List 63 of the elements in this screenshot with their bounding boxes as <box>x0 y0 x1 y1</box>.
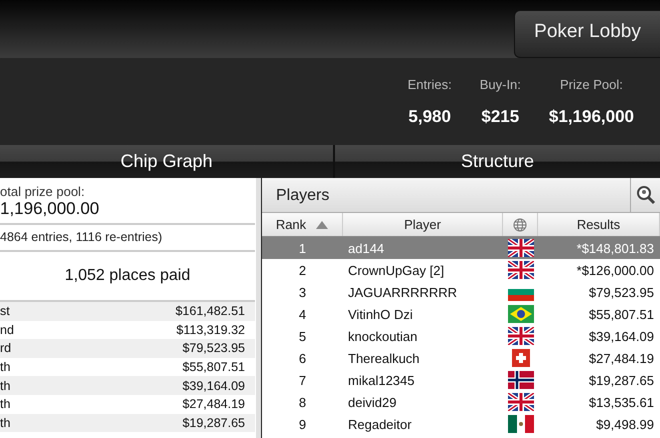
prize-pool-label: otal prize pool: <box>0 184 86 199</box>
result-cell-text: $9,498.99 <box>595 416 655 432</box>
poker-lobby-button[interactable]: Poker Lobby <box>514 10 660 58</box>
prize-amount: $55,807.51 <box>182 360 245 374</box>
places-paid: 1,052 places paid <box>64 267 190 285</box>
scrollbar[interactable] <box>256 178 261 438</box>
prize-amount: $113,319.32 <box>176 322 245 337</box>
tab[interactable]: Chip Graph <box>0 145 333 178</box>
player-name: CrownUpGay [2] <box>347 262 446 278</box>
column-header[interactable]: Rank <box>262 213 343 236</box>
player-name: Therealkuch <box>347 350 421 366</box>
place-label: th <box>0 416 10 430</box>
place-label: th <box>0 397 10 412</box>
result-cell-text: $55,807.51 <box>588 306 655 322</box>
player-name: knockoutian <box>347 328 418 344</box>
rank-cell-text: 5 <box>298 328 308 344</box>
column-header[interactable]: Player <box>343 213 503 236</box>
rank-cell-text: 4 <box>298 306 308 322</box>
player-name: JAGUARRRRRRR <box>347 284 458 300</box>
player-name: mikal12345 <box>347 372 416 388</box>
prize-amount: $161,482.51 <box>175 304 245 318</box>
players-title: Players <box>275 186 330 206</box>
place-label: nd <box>0 322 14 337</box>
player-name: Regadeitor <box>347 416 413 432</box>
prize-amount: $27,484.19 <box>182 397 245 412</box>
prize-amount: $39,164.09 <box>182 378 245 393</box>
place-label: th <box>0 378 10 393</box>
result-cell-text: $79,523.95 <box>588 284 655 300</box>
result-cell-text: $19,287.65 <box>588 372 655 388</box>
rank-cell-text: 3 <box>298 284 308 300</box>
player-row[interactable]: 1 ad144 *$148,801.83 <box>262 237 660 259</box>
player-name: VitinhO Dzi <box>347 306 414 322</box>
tab[interactable]: Structure <box>335 145 660 178</box>
rank-cell-text: 8 <box>298 394 308 410</box>
search-icon <box>636 185 656 205</box>
place-label: th <box>0 360 10 374</box>
stat-value: $215 <box>481 107 520 127</box>
rank-cell-text: 1 <box>298 240 308 256</box>
sort-up-icon <box>316 220 328 228</box>
column-header[interactable]: Results <box>538 213 660 236</box>
result-cell-text: *$148,801.83 <box>576 240 655 256</box>
prize-amount: $19,287.65 <box>182 416 245 430</box>
globe-icon[interactable] <box>513 218 527 232</box>
stat-label: Prize Pool: <box>560 77 623 92</box>
stat-value: 5,980 <box>408 107 451 127</box>
prize-pool-value: 1,196,000.00 <box>0 199 255 225</box>
result-cell-text: $39,164.09 <box>588 328 655 344</box>
stat-label: Entries: <box>408 77 452 92</box>
rank-cell-text: 2 <box>298 262 308 278</box>
player-name: ad144 <box>347 240 386 256</box>
entries-note: 4864 entries, 1116 re-entries) <box>0 225 255 252</box>
rank-cell-text: 6 <box>298 350 308 366</box>
result-cell-text: *$126,000.00 <box>576 262 655 278</box>
result-cell-text: $27,484.19 <box>588 350 655 366</box>
place-label: st <box>0 304 10 318</box>
place-label: rd <box>0 341 12 356</box>
stat-value: $1,196,000 <box>548 107 634 127</box>
result-cell-text: $13,535.61 <box>588 394 655 410</box>
stat-label: Buy-In: <box>480 77 521 92</box>
player-name: deivid29 <box>347 394 398 410</box>
rank-cell-text: 9 <box>298 416 308 432</box>
rank-cell-text: 7 <box>298 372 308 388</box>
prize-amount: $79,523.95 <box>182 341 245 356</box>
